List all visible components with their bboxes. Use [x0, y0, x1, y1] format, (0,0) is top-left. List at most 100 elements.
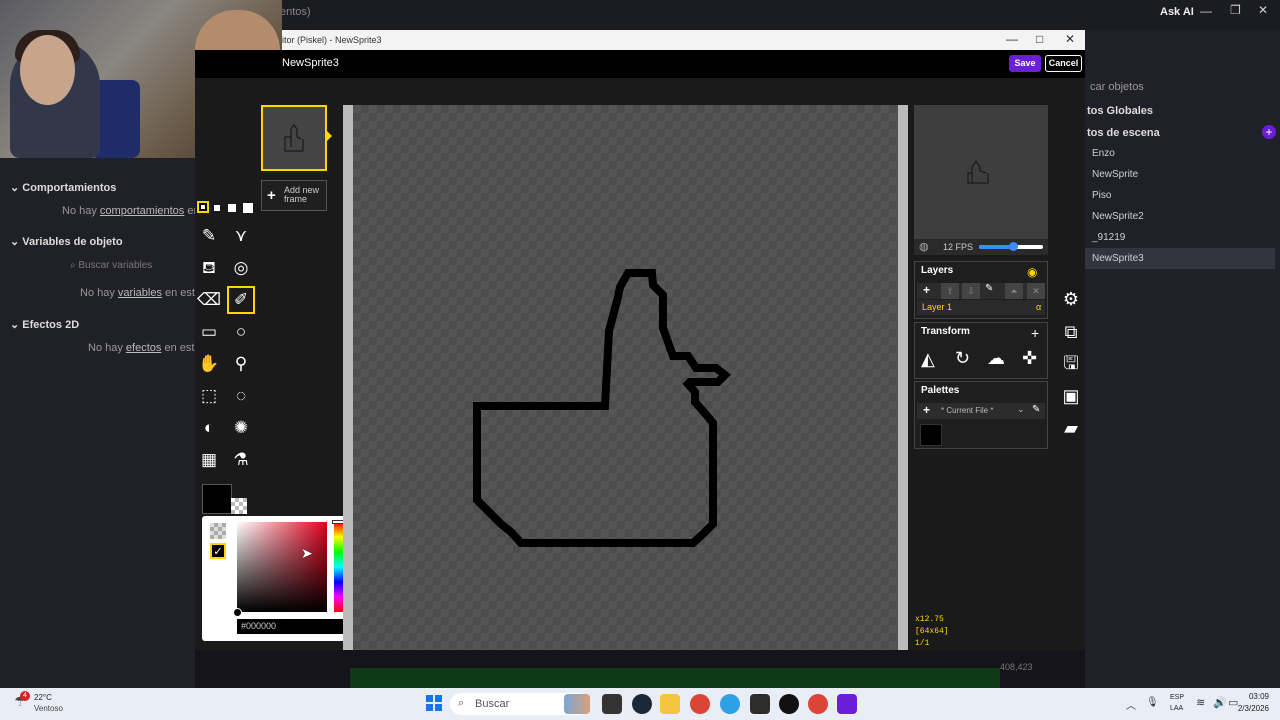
drawing-canvas[interactable] [353, 105, 898, 650]
stroke-tool-icon[interactable]: ✐ [227, 286, 255, 314]
weather-temp[interactable]: 22°C [34, 693, 52, 702]
merge-layer-icon[interactable]: ⏶ [1005, 283, 1023, 299]
host-tab-title[interactable]: entos) [280, 6, 311, 18]
add-new-frame-button[interactable]: + Add new frame [261, 180, 327, 211]
delete-layer-icon[interactable]: ✕ [1027, 283, 1045, 299]
frame-thumbnail[interactable] [261, 105, 327, 171]
eraser-icon[interactable]: ⌫ [195, 286, 223, 314]
wifi-icon[interactable]: ≋ [1196, 696, 1205, 709]
mic-icon[interactable]: 🎙 [1146, 697, 1159, 708]
export-image-icon[interactable]: ▣ [1058, 383, 1084, 409]
behaviors-link[interactable]: comportamientos [100, 205, 184, 217]
save-disk-icon[interactable]: 🖫 [1058, 350, 1084, 376]
gdevelop-icon[interactable] [837, 694, 857, 714]
language-bottom[interactable]: LAA [1170, 705, 1183, 712]
effects-link[interactable]: efectos [126, 342, 161, 354]
rotate-icon[interactable]: ↻ [955, 348, 970, 369]
palette-color-swatch[interactable] [920, 424, 942, 446]
align-center-icon[interactable]: ✜ [1022, 348, 1037, 369]
chevron-up-icon[interactable]: ︿ [1126, 697, 1136, 712]
close-icon[interactable]: ✕ [1065, 32, 1075, 46]
resize-icon[interactable]: ⧉ [1058, 319, 1084, 345]
chrome-icon[interactable] [690, 694, 710, 714]
move-hand-icon[interactable]: ✋ [195, 350, 223, 378]
rectangle-tool-icon[interactable]: ▭ [195, 318, 223, 346]
primary-color-swatch[interactable] [202, 484, 232, 514]
move-layer-up-icon[interactable]: ⇧ [941, 283, 959, 299]
minimize-icon[interactable]: — [1006, 32, 1018, 46]
flip-icon[interactable]: ◭ [921, 349, 935, 370]
chrome-profile-icon[interactable] [808, 694, 828, 714]
move-layer-down-icon[interactable]: ⇩ [962, 283, 980, 299]
list-item[interactable]: _91219 [1085, 227, 1275, 248]
weather-desc[interactable]: Ventoso [34, 704, 63, 713]
mirror-pen-tool-icon[interactable]: ⋎ [227, 222, 255, 250]
cancel-button[interactable]: Cancel [1045, 55, 1082, 72]
variables-search-input[interactable]: ⌕ Buscar variables [70, 260, 190, 276]
paint-bucket-icon[interactable]: ⛾ [195, 254, 223, 282]
edit-palette-icon[interactable]: ✎ [1032, 404, 1040, 415]
browser-icon[interactable] [720, 694, 740, 714]
clock-time[interactable]: 03:09 [1243, 692, 1269, 701]
transparent-color-option[interactable] [210, 523, 226, 539]
global-objects-header[interactable]: tos Globales [1087, 105, 1153, 117]
eyedropper-icon[interactable]: ⚗ [227, 446, 255, 474]
paint-same-color-icon[interactable]: ◎ [227, 254, 255, 282]
edit-layer-icon[interactable]: ✎ [985, 283, 993, 294]
hex-color-input[interactable]: #000000 [237, 619, 351, 634]
list-item[interactable]: Piso [1085, 185, 1275, 206]
variables-link[interactable]: variables [118, 287, 162, 299]
eye-icon[interactable]: ◉ [1027, 265, 1037, 279]
ask-ai-button[interactable]: Ask AI [1160, 6, 1194, 18]
host-minimize-icon[interactable]: — [1200, 4, 1212, 18]
host-maximize-icon[interactable]: ❐ [1230, 3, 1241, 17]
pen-size-4[interactable] [243, 203, 253, 213]
color-picker-handle[interactable] [233, 608, 242, 617]
clock-date[interactable]: 2/3/2026 [1233, 704, 1269, 713]
list-item[interactable]: Enzo [1085, 143, 1275, 164]
pen-size-2[interactable] [214, 205, 220, 211]
pen-size-3[interactable] [228, 204, 236, 212]
onion-skin-icon[interactable]: ◍ [919, 240, 929, 253]
circle-tool-icon[interactable]: ○ [227, 318, 255, 346]
add-transform-icon[interactable]: + [1031, 325, 1039, 341]
list-item[interactable]: NewSprite2 [1085, 206, 1275, 227]
lasso-select-icon[interactable]: ◌ [227, 382, 255, 410]
effects-section[interactable]: ⌄ Efectos 2D [10, 318, 79, 331]
saturation-value-area[interactable] [237, 522, 327, 612]
layer-opacity[interactable]: α [1036, 302, 1041, 312]
language-top[interactable]: ESP [1170, 694, 1184, 701]
rectangle-select-icon[interactable]: ⬚ [195, 382, 223, 410]
task-view-icon[interactable] [602, 694, 622, 714]
open-folder-icon[interactable]: ▰ [1058, 415, 1084, 441]
list-item-selected[interactable]: NewSprite3 [1085, 248, 1275, 269]
windows-start-icon[interactable] [426, 695, 442, 711]
lighten-tool-icon[interactable]: ◐ [195, 414, 223, 442]
secondary-color-swatch[interactable] [231, 498, 247, 514]
maximize-icon[interactable]: □ [1036, 32, 1043, 46]
add-object-icon[interactable]: + [1262, 125, 1276, 139]
file-explorer-icon[interactable] [660, 694, 680, 714]
steam-icon[interactable] [632, 694, 652, 714]
add-palette-icon[interactable]: + [923, 403, 930, 417]
add-layer-icon[interactable]: + [923, 283, 930, 297]
save-button[interactable]: Save [1009, 55, 1041, 72]
scene-objects-header[interactable]: tos de escena [1087, 127, 1160, 139]
checker-tool-icon[interactable]: ▦ [195, 446, 223, 474]
palette-selector[interactable]: + * Current File * ⌄ ✎ [917, 403, 1045, 419]
settings-gear-icon[interactable]: ⚙ [1058, 286, 1084, 312]
checkmark-icon[interactable]: ✓ [210, 543, 226, 559]
pen-tool-icon[interactable]: ✎ [195, 222, 223, 250]
behaviors-section[interactable]: ⌄ Comportamientos [10, 181, 116, 194]
list-item[interactable]: NewSprite [1085, 164, 1275, 185]
app-icon[interactable] [750, 694, 770, 714]
host-close-icon[interactable]: ✕ [1258, 3, 1268, 17]
dithering-tool-icon[interactable]: ✺ [227, 414, 255, 442]
fps-slider-handle[interactable] [1009, 242, 1018, 251]
volume-icon[interactable]: 🔊 [1213, 696, 1227, 709]
github-icon[interactable] [779, 694, 799, 714]
objects-search-input[interactable]: car objetos [1090, 81, 1144, 93]
layer-row[interactable]: Layer 1 α [917, 300, 1045, 315]
pen-size-1[interactable] [197, 201, 209, 213]
clone-sheep-icon[interactable]: ☁ [987, 348, 1005, 369]
